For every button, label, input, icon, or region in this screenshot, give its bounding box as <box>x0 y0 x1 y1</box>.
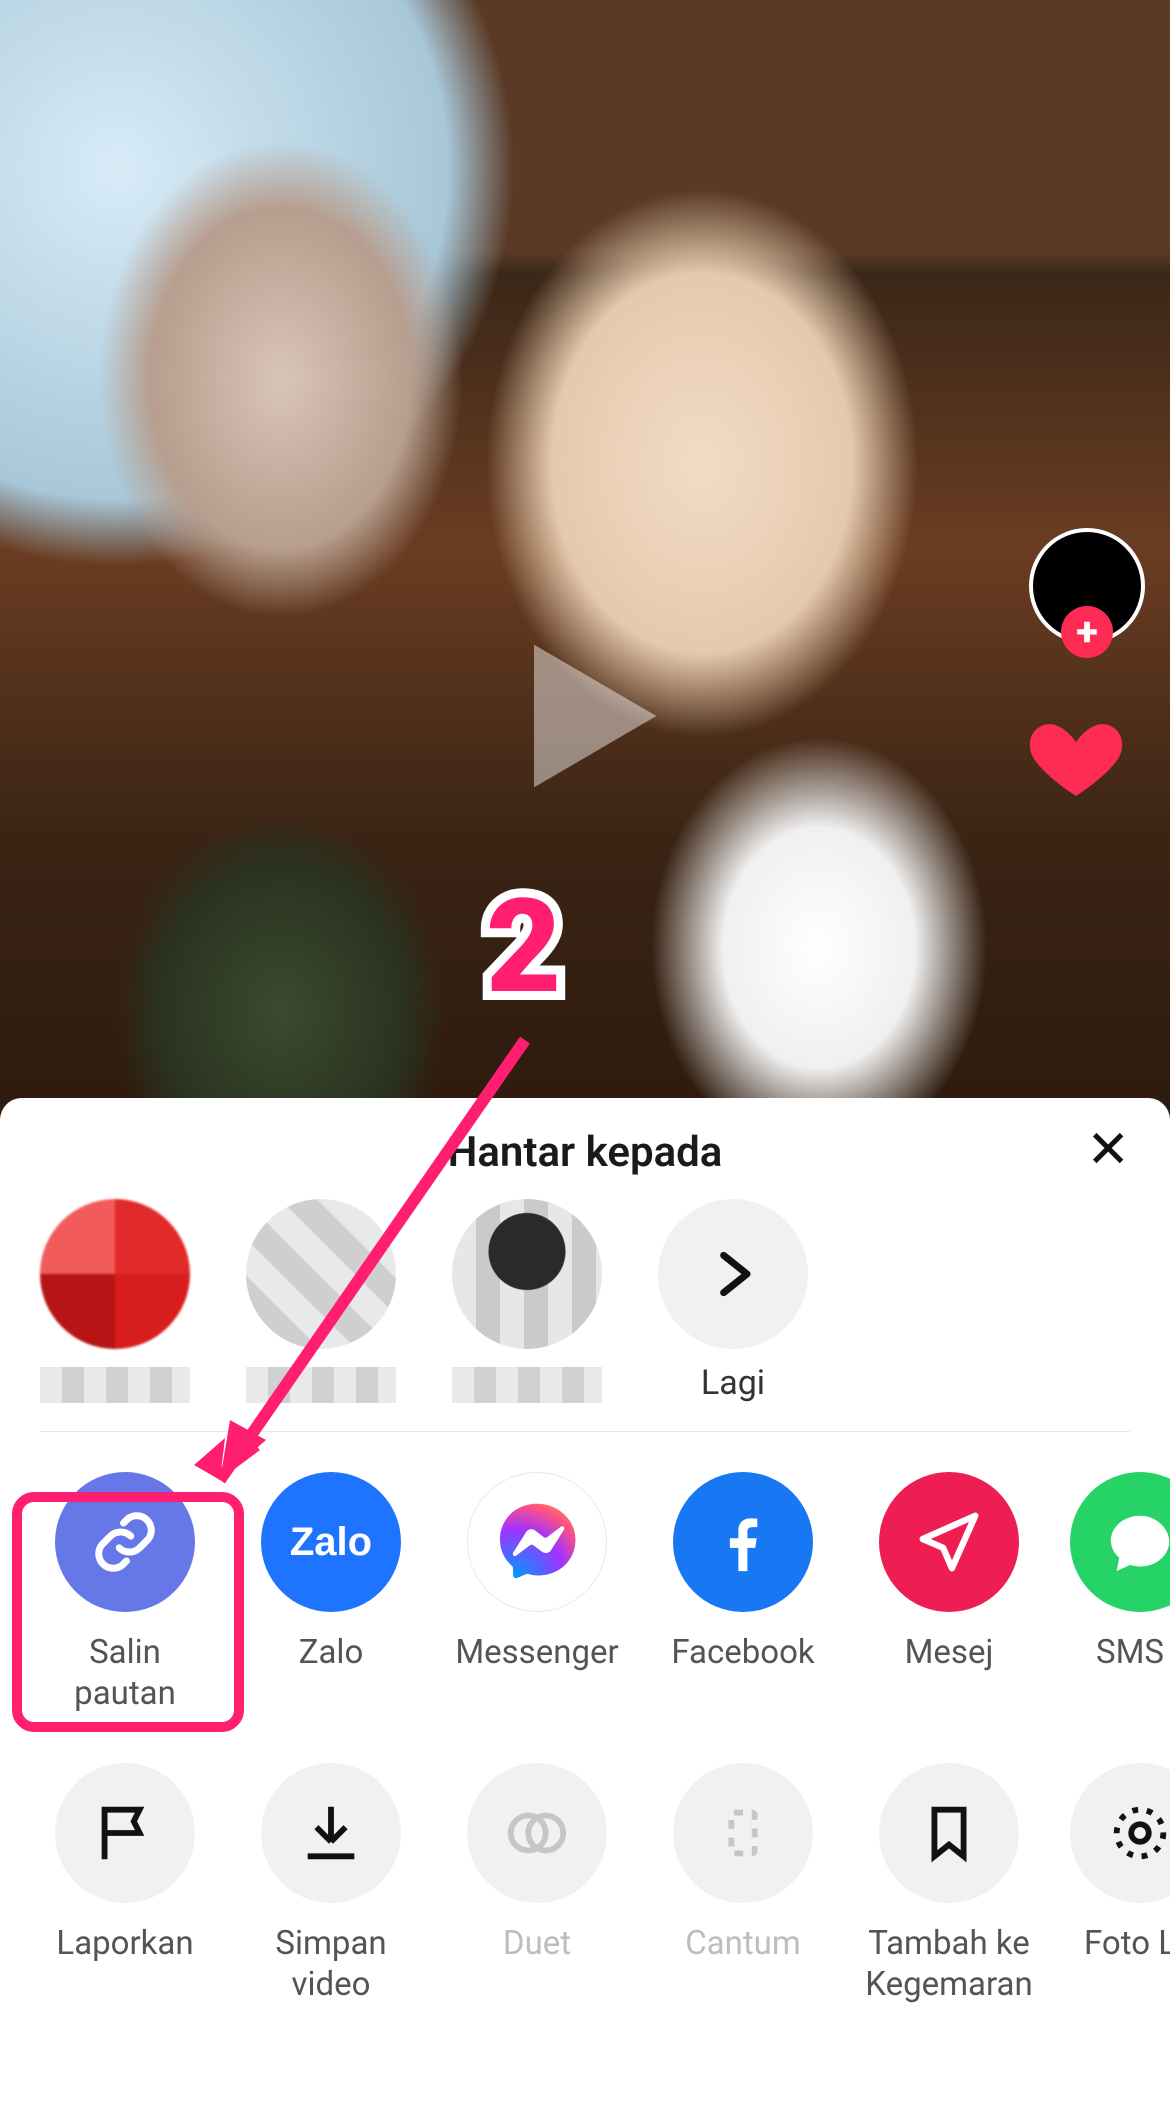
share-label: Messenger <box>452 1632 622 1673</box>
share-sheet-header: Hantar kepada ✕ <box>0 1124 1170 1199</box>
like-button[interactable] <box>1022 712 1130 808</box>
close-button[interactable]: ✕ <box>1086 1124 1130 1176</box>
author-avatar[interactable]: + <box>1029 528 1145 644</box>
chevron-right-icon <box>658 1199 808 1349</box>
send-to-row: Lagi <box>0 1199 1170 1431</box>
share-label: Mesej <box>864 1632 1034 1673</box>
send-icon <box>879 1472 1019 1612</box>
zalo-icon: Zalo <box>261 1472 401 1612</box>
share-label: SMS <box>1070 1632 1170 1673</box>
action-duet[interactable]: Duet <box>452 1763 622 2006</box>
stitch-icon <box>673 1763 813 1903</box>
share-facebook[interactable]: Facebook <box>658 1472 828 1715</box>
friend-item[interactable] <box>246 1199 396 1403</box>
flag-icon <box>55 1763 195 1903</box>
share-label: Salin pautan <box>40 1632 210 1715</box>
action-stitch[interactable]: Cantum <box>658 1763 828 2006</box>
share-label: Zalo <box>246 1632 416 1673</box>
friend-name-redacted <box>452 1367 602 1403</box>
action-report[interactable]: Laporkan <box>40 1763 210 2006</box>
share-sheet: Hantar kepada ✕ Lagi <box>0 1098 1170 2106</box>
divider <box>40 1431 1130 1432</box>
share-sms[interactable]: SMS <box>1070 1472 1170 1715</box>
more-label: Lagi <box>658 1363 808 1403</box>
share-label: Facebook <box>658 1632 828 1673</box>
friend-avatar <box>40 1199 190 1349</box>
link-icon <box>55 1472 195 1612</box>
action-add-favorite[interactable]: Tambah ke Kegemaran <box>864 1763 1034 2006</box>
side-action-rail: + <box>1022 528 1152 808</box>
messenger-icon <box>467 1472 607 1612</box>
action-live-photo[interactable]: Foto L <box>1070 1763 1170 2006</box>
plus-icon: + <box>1076 612 1098 652</box>
action-save-video[interactable]: Simpan video <box>246 1763 416 2006</box>
action-label: Laporkan <box>40 1923 210 1964</box>
play-icon <box>500 631 670 801</box>
share-apps-row: Salin pautan Zalo Zalo Messenger Faceboo… <box>0 1472 1170 1715</box>
share-zalo[interactable]: Zalo Zalo <box>246 1472 416 1715</box>
friend-name-redacted <box>246 1367 396 1403</box>
chat-bubble-icon <box>1070 1472 1170 1612</box>
share-sheet-title: Hantar kepada <box>0 1128 1170 1177</box>
share-copy-link[interactable]: Salin pautan <box>40 1472 210 1715</box>
share-messenger[interactable]: Messenger <box>452 1472 622 1715</box>
facebook-icon <box>673 1472 813 1612</box>
friend-name-redacted <box>40 1367 190 1403</box>
friend-item[interactable] <box>40 1199 190 1403</box>
download-icon <box>261 1763 401 1903</box>
bookmark-icon <box>879 1763 1019 1903</box>
screen: + Hantar kepada ✕ <box>0 0 1170 2106</box>
action-label: Cantum <box>658 1923 828 1964</box>
share-mesej[interactable]: Mesej <box>864 1472 1034 1715</box>
follow-button[interactable]: + <box>1061 606 1113 658</box>
duet-icon <box>467 1763 607 1903</box>
actions-row: Laporkan Simpan video Duet Cantum <box>0 1763 1170 2050</box>
live-photo-icon <box>1070 1763 1170 1903</box>
friend-avatar <box>246 1199 396 1349</box>
action-label: Foto L <box>1070 1923 1170 1964</box>
action-label: Tambah ke Kegemaran <box>864 1923 1034 2006</box>
action-label: Duet <box>452 1923 622 1964</box>
more-friends-button[interactable]: Lagi <box>658 1199 808 1403</box>
friend-avatar <box>452 1199 602 1349</box>
friend-item[interactable] <box>452 1199 602 1403</box>
action-label: Simpan video <box>246 1923 416 2006</box>
